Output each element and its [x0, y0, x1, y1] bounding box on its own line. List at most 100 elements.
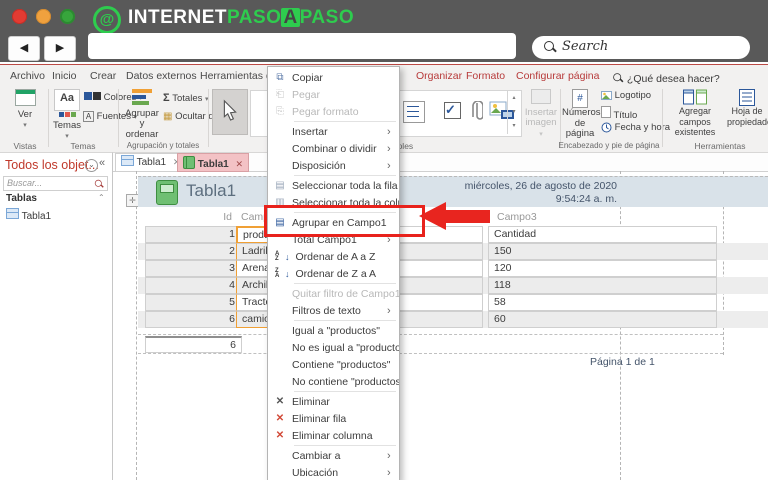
collapse-section-icon[interactable]: ⌃ — [98, 193, 105, 202]
insert-image-icon — [531, 89, 551, 104]
menu-item-pegar[interactable]: ⎗ Pegar — [268, 86, 399, 103]
shutter-close-icon[interactable]: « — [99, 157, 105, 169]
cell-campo3[interactable]: 120 — [488, 260, 717, 277]
menu-item-no-contiene[interactable]: No contiene "productos" — [268, 373, 399, 390]
hoja-propiedades-button[interactable]: Hoja de propiedades — [727, 89, 768, 127]
nav-item-tabla1[interactable]: Tabla1 — [6, 208, 51, 222]
totales-button[interactable]: Σ Totales ▾ — [163, 92, 209, 107]
group-label-herramientas: Herramientas — [694, 141, 746, 151]
column-header-id[interactable]: Id — [192, 211, 232, 223]
fecha-y-hora-button[interactable]: Fecha y hora — [601, 122, 670, 137]
menu-separator — [294, 175, 396, 176]
doc-tab-tabla1-datasheet[interactable]: Tabla1 ✕ — [115, 153, 187, 172]
record-count-total[interactable]: 6 — [145, 336, 242, 353]
select-row-icon: ▤ — [275, 180, 285, 191]
menu-item-contiene[interactable]: Contiene "productos" — [268, 356, 399, 373]
cell-campo3[interactable]: 60 — [488, 311, 717, 328]
cell-id[interactable]: 4 — [145, 277, 242, 294]
select-pointer-button[interactable] — [212, 89, 248, 135]
doc-tab-tabla1-report-active[interactable]: Tabla1 ✕ — [177, 153, 250, 172]
menu-item-copiar[interactable]: ⧉ Copiar — [268, 69, 399, 86]
menu-item-igual-a[interactable]: Igual a "productos" — [268, 322, 399, 339]
menu-item-filtros-de-texto[interactable]: Filtros de texto › — [268, 302, 399, 319]
menu-item-seleccionar-fila[interactable]: ▤ Seleccionar toda la fila — [268, 177, 399, 194]
brand-logo-text: INTERNETPASO A PASO — [128, 7, 355, 28]
cell-id[interactable]: 5 — [145, 294, 242, 311]
menu-item-ordenar-z-a[interactable]: ZA ↓ Ordenar de Z a A — [268, 265, 399, 282]
submenu-arrow-icon: › — [387, 142, 391, 155]
close-window-icon[interactable] — [12, 9, 27, 24]
logotipo-button[interactable]: Logotipo — [601, 90, 651, 105]
tab-formato[interactable]: Formato — [466, 70, 505, 82]
date-time-icon — [601, 122, 612, 133]
menu-separator — [294, 121, 396, 122]
group-divider — [662, 89, 663, 147]
menu-item-cambiar-a[interactable]: Cambiar a › — [268, 447, 399, 464]
menu-item-quitar-filtro[interactable]: Quitar filtro de Campo1 — [268, 285, 399, 302]
menu-item-eliminar-columna[interactable]: ✕ Eliminar columna — [268, 427, 399, 444]
agrupar-y-ordenar-button[interactable]: Agrupar y ordenar — [122, 89, 162, 140]
tab-datos-externos[interactable]: Datos externos — [126, 70, 197, 82]
cell-campo3[interactable]: 118 — [488, 277, 717, 294]
menu-item-no-es-igual-a[interactable]: No es igual a "productos" — [268, 339, 399, 356]
insertar-imagen-button[interactable]: Insertar imagen ▾ — [524, 89, 558, 140]
agregar-campos-button[interactable]: Agregar campos existentes — [664, 89, 726, 138]
cell-id[interactable]: 6 — [145, 311, 242, 328]
cell-id[interactable]: 2 — [145, 243, 242, 260]
column-header-campo3[interactable]: Campo3 — [497, 211, 537, 223]
attachment-control-icon[interactable] — [471, 100, 484, 123]
submenu-arrow-icon: › — [387, 304, 391, 317]
menu-item-insertar[interactable]: Insertar › — [268, 123, 399, 140]
minimize-window-icon[interactable] — [36, 9, 51, 24]
tab-archivo[interactable]: Archivo — [10, 70, 45, 82]
navigation-pane: Todos los objet... ⌄ « Buscar... Tablas … — [0, 152, 113, 480]
nav-search-box[interactable]: Buscar... — [3, 176, 108, 191]
close-icon[interactable]: ✕ — [236, 159, 244, 169]
brand-logo-icon: @ — [93, 6, 121, 34]
search-placeholder: Search — [562, 39, 609, 54]
search-box[interactable]: Search — [532, 36, 750, 59]
cell-id[interactable]: 1 — [145, 226, 242, 243]
menu-item-ordenar-a-z[interactable]: AZ ↓ Ordenar de A a Z — [268, 248, 399, 265]
sort-arrow-icon: ↓ — [285, 251, 290, 262]
tab-inicio[interactable]: Inicio — [52, 70, 77, 82]
tab-organizar[interactable]: Organizar — [416, 70, 462, 82]
report-title: Tabla1 — [186, 181, 237, 200]
forward-button[interactable]: ▶ — [44, 36, 76, 61]
titulo-button[interactable]: Título — [601, 106, 637, 121]
menu-item-ubicacion[interactable]: Ubicación › — [268, 464, 399, 480]
temas-button[interactable]: Aa Temas ▾ — [53, 89, 81, 143]
sort-az-icon: AZ — [275, 250, 280, 262]
submenu-arrow-icon: › — [387, 159, 391, 172]
cell-campo3[interactable]: 58 — [488, 294, 717, 311]
nav-section-tablas[interactable]: Tablas — [6, 193, 37, 204]
cell-id[interactable]: 3 — [145, 260, 242, 277]
menu-item-pegar-formato[interactable]: ⎘ Pegar formato — [268, 103, 399, 120]
ver-button[interactable]: Ver ▾ — [8, 89, 42, 132]
tab-crear[interactable]: Crear — [90, 70, 116, 82]
submenu-arrow-icon: › — [387, 125, 391, 138]
property-sheet-icon — [739, 89, 755, 106]
cell-campo3[interactable]: Cantidad — [488, 226, 717, 243]
gallery-scrollbar[interactable]: ▴ ▾ ▾ — [507, 91, 520, 134]
numeros-de-pagina-button[interactable]: # Números de página — [562, 89, 601, 140]
tab-configurar-pagina[interactable]: Configurar página — [516, 70, 599, 82]
menu-item-eliminar[interactable]: ✕ Eliminar — [268, 393, 399, 410]
menu-separator — [294, 445, 396, 446]
report-time[interactable]: 9:54:24 a. m. — [556, 193, 617, 205]
menu-item-disposicion[interactable]: Disposición › — [268, 157, 399, 174]
nav-menu-icon[interactable]: ⌄ — [85, 159, 98, 172]
maximize-window-icon[interactable] — [60, 9, 75, 24]
menu-separator — [294, 391, 396, 392]
menu-item-combinar-o-dividir[interactable]: Combinar o dividir › — [268, 140, 399, 157]
address-bar[interactable] — [88, 33, 516, 59]
report-date[interactable]: miércoles, 26 de agosto de 2020 — [465, 180, 617, 192]
back-button[interactable]: ◀ — [8, 36, 40, 61]
tell-me-box[interactable]: ¿Qué desea hacer? — [612, 70, 720, 85]
sort-arrow-icon: ↓ — [285, 268, 290, 279]
combo-control-icon[interactable] — [403, 101, 425, 128]
checkbox-control-icon[interactable]: ✓ — [444, 101, 461, 119]
report-header-band[interactable]: Tabla1 miércoles, 26 de agosto de 2020 9… — [138, 176, 768, 207]
cell-campo3[interactable]: 150 — [488, 243, 717, 260]
menu-item-eliminar-fila[interactable]: ✕ Eliminar fila — [268, 410, 399, 427]
